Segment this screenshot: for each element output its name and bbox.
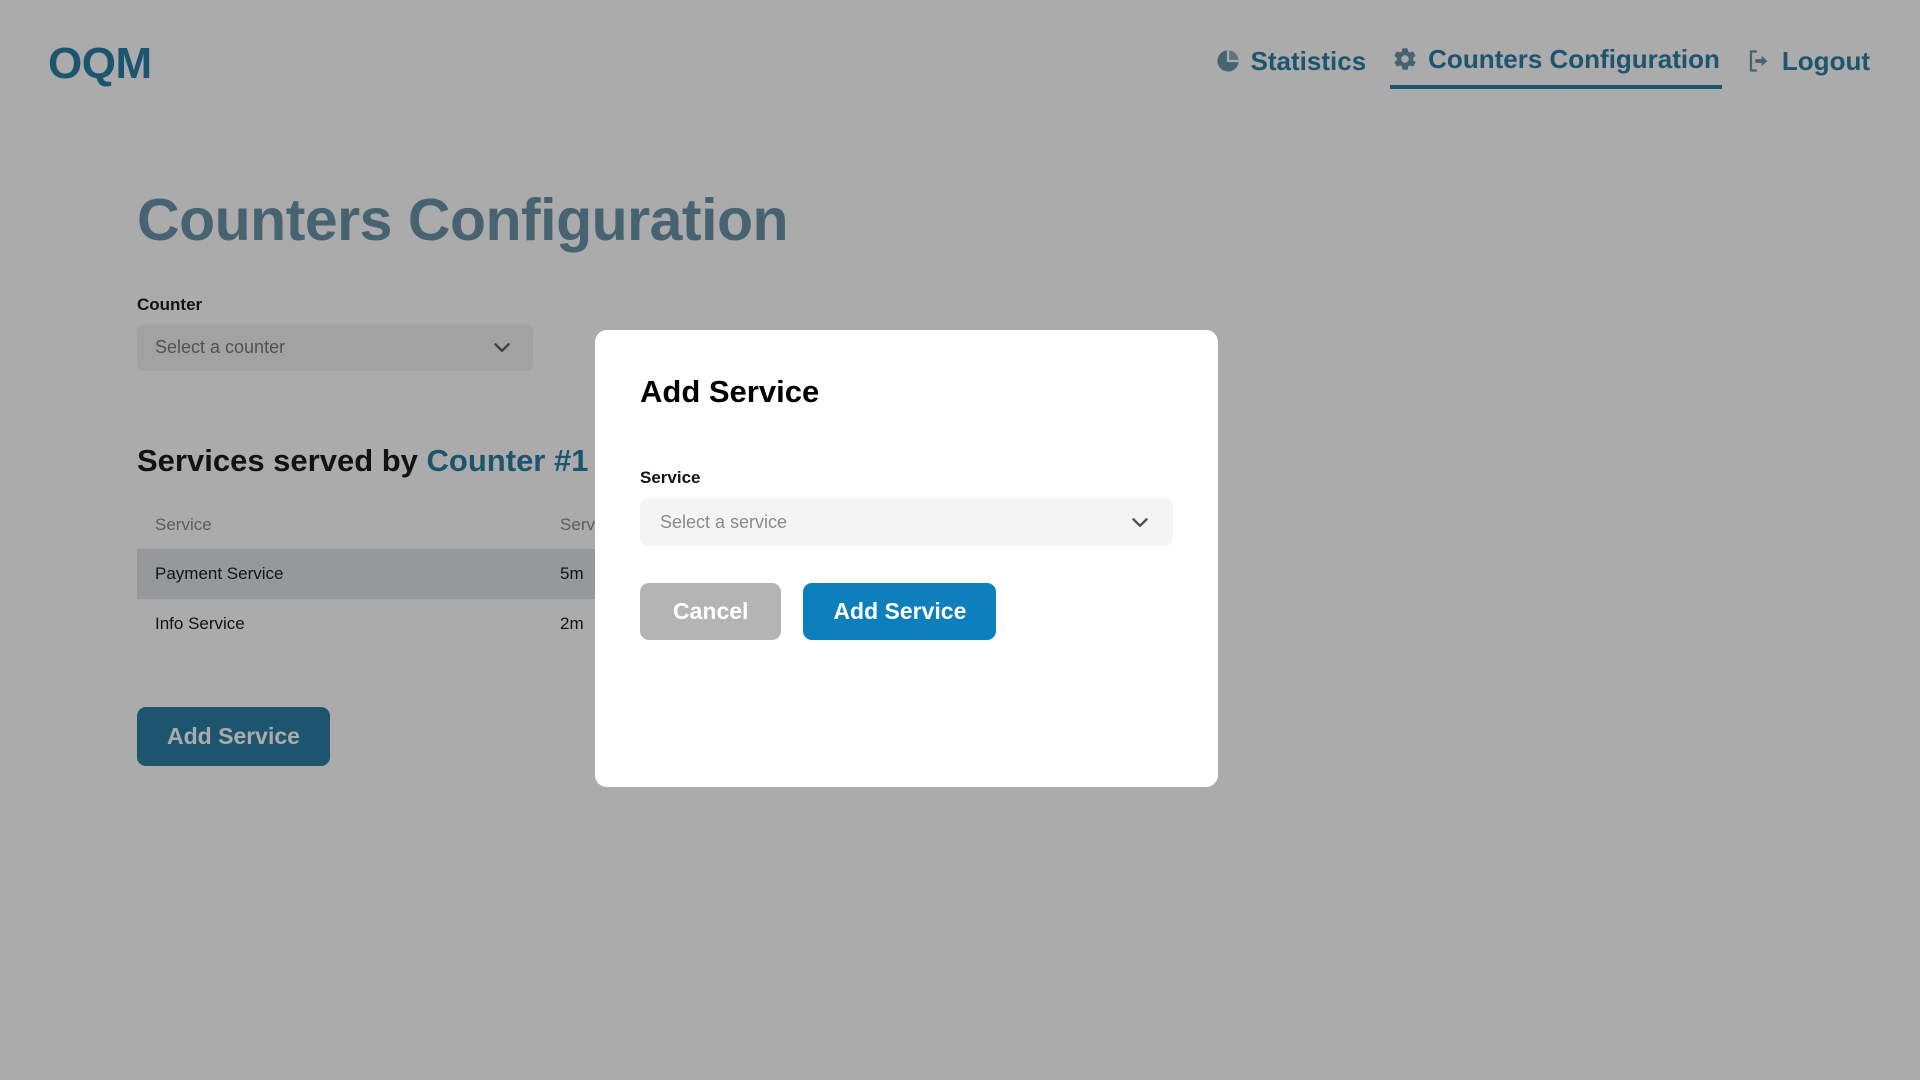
add-service-dialog: Add Service Service Select a service Can… [595, 330, 1218, 787]
confirm-add-service-button[interactable]: Add Service [803, 583, 997, 640]
service-select-placeholder: Select a service [660, 511, 788, 532]
modal-overlay[interactable]: Add Service Service Select a service Can… [0, 0, 1920, 1080]
service-select-label: Service [640, 468, 701, 487]
dialog-actions: Cancel Add Service [640, 583, 1173, 640]
cancel-button[interactable]: Cancel [640, 583, 782, 640]
dialog-title: Add Service [640, 374, 820, 409]
chevron-down-icon [1127, 509, 1153, 535]
service-select[interactable]: Select a service [640, 498, 1173, 546]
